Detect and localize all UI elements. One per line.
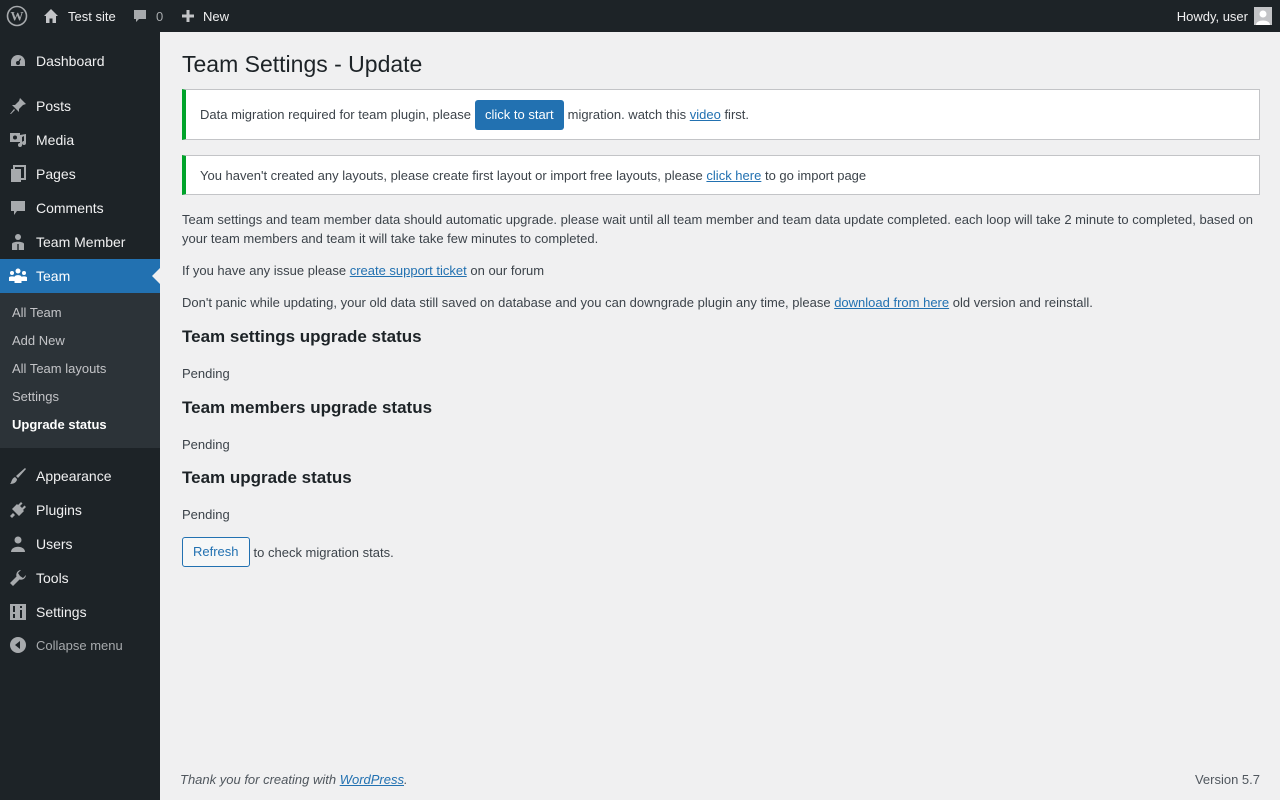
user-icon xyxy=(0,535,36,553)
svg-text:W: W xyxy=(11,9,24,24)
menu-label: Appearance xyxy=(36,468,112,484)
wrench-icon xyxy=(0,569,36,587)
team-settings-status: Pending xyxy=(182,366,230,381)
menu-label: Team Member xyxy=(36,234,126,250)
menu-label: Tools xyxy=(36,570,69,586)
menu-pages[interactable]: Pages xyxy=(0,157,160,191)
site-name-link[interactable]: Test site xyxy=(42,0,116,32)
footer-version: Version 5.7 xyxy=(1194,772,1260,787)
submenu-all-team[interactable]: All Team xyxy=(12,305,62,320)
notice-text: Data migration required for team plugin,… xyxy=(200,107,471,122)
howdy-text: Howdy, user xyxy=(1176,8,1248,24)
user-account-menu[interactable]: Howdy, user xyxy=(1177,0,1272,32)
comments-link[interactable]: 0 xyxy=(132,0,163,32)
para-text: on our forum xyxy=(470,263,545,278)
person-icon xyxy=(0,233,36,251)
menu-label: Pages xyxy=(36,166,76,182)
notice-text: migration. watch this xyxy=(567,107,687,122)
new-content-link[interactable]: New xyxy=(181,0,229,32)
menu-users[interactable]: Users xyxy=(0,527,160,561)
click-here-link[interactable]: click here xyxy=(706,168,761,183)
submenu-settings[interactable]: Settings xyxy=(12,389,59,404)
menu-label: Media xyxy=(36,132,75,148)
groups-icon xyxy=(0,267,36,285)
menu-plugins[interactable]: Plugins xyxy=(0,493,160,527)
downgrade-paragraph: Don't panic while updating, your old dat… xyxy=(182,293,1260,312)
settings-icon xyxy=(0,603,36,621)
upgrade-description: Team settings and team member data shoul… xyxy=(182,212,1253,246)
menu-label: Users xyxy=(36,536,73,552)
pages-icon xyxy=(0,165,36,183)
para-text: old version and reinstall. xyxy=(952,295,1093,310)
plug-icon xyxy=(0,501,36,519)
dashboard-icon xyxy=(0,52,36,70)
comment-icon xyxy=(0,199,36,217)
menu-label: Posts xyxy=(36,98,72,114)
collapse-label: Collapse menu xyxy=(36,637,123,653)
layouts-notice: You haven't created any layouts, please … xyxy=(182,155,1260,195)
site-name: Test site xyxy=(68,8,116,24)
menu-posts[interactable]: Posts xyxy=(0,89,160,123)
wordpress-link[interactable]: WordPress xyxy=(340,772,404,787)
plus-icon xyxy=(182,10,194,22)
menu-media[interactable]: Media xyxy=(0,123,160,157)
notice-text: You haven't created any layouts, please … xyxy=(200,167,703,183)
home-icon xyxy=(44,9,58,23)
create-support-ticket-link[interactable]: create support ticket xyxy=(350,263,467,278)
menu-label: Plugins xyxy=(36,502,82,518)
menu-tools[interactable]: Tools xyxy=(0,561,160,595)
submenu-all-team-layouts[interactable]: All Team layouts xyxy=(12,361,106,376)
team-status-heading: Team upgrade status xyxy=(182,468,352,487)
pin-icon xyxy=(0,97,36,115)
download-from-here-link[interactable]: download from here xyxy=(834,295,949,310)
submenu-add-new[interactable]: Add New xyxy=(12,333,65,348)
menu-settings[interactable]: Settings xyxy=(0,595,160,629)
notice-text: first. xyxy=(724,107,749,122)
menu-team[interactable]: Team xyxy=(0,259,160,293)
team-members-status-heading: Team members upgrade status xyxy=(182,398,433,417)
team-status: Pending xyxy=(182,507,230,522)
refresh-text: to check migration stats. xyxy=(253,544,394,560)
page-title: Team Settings - Update xyxy=(182,51,423,77)
admin-sidebar: Dashboard Posts Media Pages Comments Tea… xyxy=(0,32,160,800)
menu-appearance[interactable]: Appearance xyxy=(0,459,160,493)
collapse-menu-button[interactable]: Collapse menu xyxy=(0,628,160,662)
submenu-upgrade-status[interactable]: Upgrade status xyxy=(12,417,107,432)
menu-label: Team xyxy=(36,268,71,284)
menu-comments[interactable]: Comments xyxy=(0,191,160,225)
admin-bar: W Test site 0 New Howdy, user xyxy=(0,0,1280,32)
media-icon xyxy=(0,131,36,149)
menu-label: Settings xyxy=(36,604,87,620)
refresh-button[interactable]: Refresh xyxy=(182,537,250,567)
notice-text: to go import page xyxy=(764,167,867,183)
para-text: If you have any issue please xyxy=(182,263,347,278)
collapse-arrow-icon xyxy=(0,636,36,654)
team-settings-status-heading: Team settings upgrade status xyxy=(182,327,422,346)
menu-team-member[interactable]: Team Member xyxy=(0,225,160,259)
para-text: Don't panic while updating, your old dat… xyxy=(182,295,831,310)
footer-text: Thank you for creating with xyxy=(180,772,337,787)
menu-label: Comments xyxy=(36,200,104,216)
team-submenu: All Team Add New All Team layouts Settin… xyxy=(0,293,160,448)
comment-bubble-icon xyxy=(134,10,146,22)
team-members-status: Pending xyxy=(182,437,230,452)
comments-count: 0 xyxy=(156,8,164,24)
wordpress-logo-icon[interactable]: W xyxy=(6,0,28,32)
brush-icon xyxy=(0,467,36,485)
footer-thank-you: Thank you for creating with WordPress. xyxy=(180,772,408,787)
support-paragraph: If you have any issue please create supp… xyxy=(182,261,1260,280)
menu-dashboard[interactable]: Dashboard xyxy=(0,44,160,78)
new-label: New xyxy=(203,8,230,24)
refresh-row: Refresh to check migration stats. xyxy=(182,537,394,567)
current-menu-arrow xyxy=(152,268,160,284)
menu-label: Dashboard xyxy=(36,53,105,69)
click-to-start-button[interactable]: click to start xyxy=(474,99,564,130)
avatar xyxy=(1254,7,1272,25)
video-link[interactable]: video xyxy=(690,107,721,122)
migration-notice: Data migration required for team plugin,… xyxy=(182,89,1260,140)
